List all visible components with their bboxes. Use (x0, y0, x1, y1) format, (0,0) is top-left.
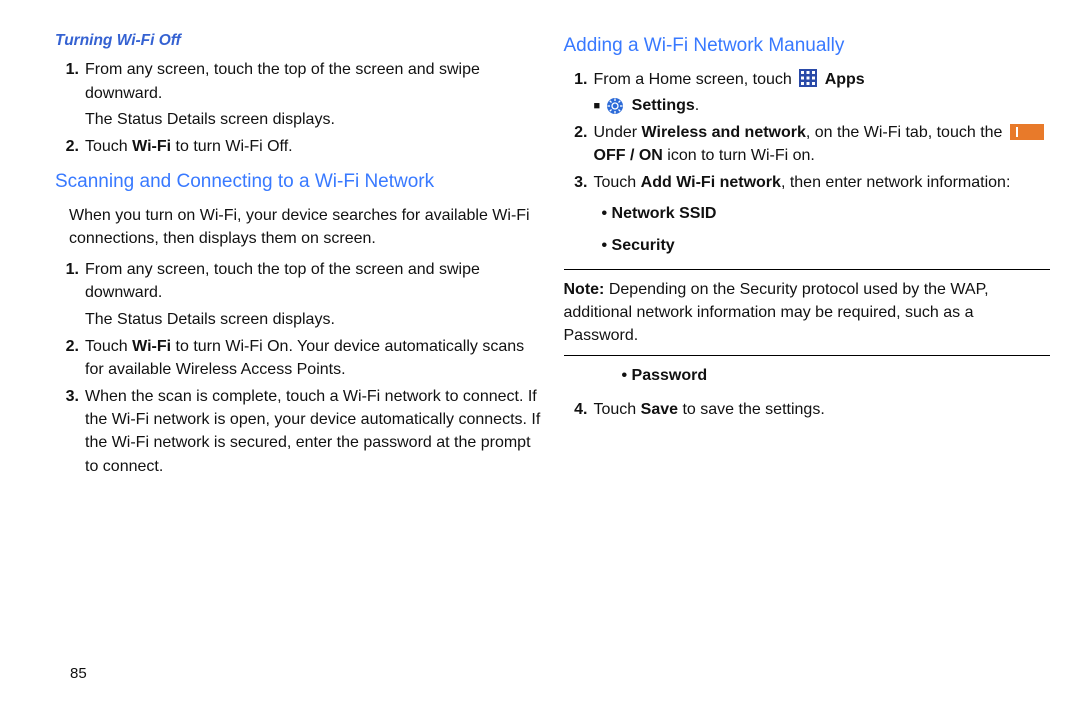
list-item: 3. When the scan is complete, touch a Wi… (55, 385, 542, 478)
text: icon to turn Wi-Fi on. (663, 147, 815, 164)
bullet-ssid: Network SSID (602, 202, 1051, 225)
heading-scanning: Scanning and Connecting to a Wi-Fi Netwo… (55, 168, 542, 196)
list-number: 2. (55, 135, 79, 158)
list-number: 1. (55, 58, 79, 131)
onoff-toggle-icon (1010, 124, 1044, 140)
divider (564, 269, 1051, 270)
list-number: 3. (55, 385, 79, 478)
list-item: 1. From any screen, touch the top of the… (55, 58, 542, 131)
list-item: 4. Touch Save to save the settings. (564, 398, 1051, 421)
text: Touch (594, 401, 641, 418)
text: The Status Details screen displays. (85, 308, 542, 331)
divider (564, 355, 1051, 356)
list-item: 1. From a Home screen, touch Apps Settin… (564, 68, 1051, 117)
note-text: Depending on the Security protocol used … (564, 281, 989, 344)
note-label: Note: (564, 281, 605, 298)
text: From any screen, touch the top of the sc… (85, 261, 480, 301)
heading-adding-manually: Adding a Wi-Fi Network Manually (564, 32, 1051, 60)
list-number: 1. (55, 258, 79, 331)
intro-text: When you turn on Wi-Fi, your device sear… (69, 204, 542, 250)
text-bold: Apps (825, 71, 865, 88)
text: Touch (85, 138, 132, 155)
list-number: 1. (564, 68, 588, 117)
list-number: 4. (564, 398, 588, 421)
list-item: 2. Touch Wi-Fi to turn Wi-Fi Off. (55, 135, 542, 158)
heading-turning-wifi-off: Turning Wi-Fi Off (55, 30, 542, 52)
page-number: 85 (70, 665, 87, 682)
list-item: 3. Touch Add Wi-Fi network, then enter n… (564, 171, 1051, 261)
bullet-security: Security (602, 234, 1051, 257)
text-bold: Wi-Fi (132, 338, 171, 355)
text: Touch (85, 338, 132, 355)
list-item: 2. Under Wireless and network, on the Wi… (564, 121, 1051, 167)
text-bold: Wireless and network (642, 124, 806, 141)
text-bold: Wi-Fi (132, 138, 171, 155)
list-adding-cont: 4. Touch Save to save the settings. (564, 398, 1051, 421)
list-item: 1. From any screen, touch the top of the… (55, 258, 542, 331)
list-item: 2. Touch Wi-Fi to turn Wi-Fi On. Your de… (55, 335, 542, 381)
text: to save the settings. (678, 401, 825, 418)
text: Under (594, 124, 642, 141)
text: to turn Wi-Fi Off. (171, 138, 293, 155)
apps-grid-icon (799, 69, 817, 87)
list-scanning: 1. From any screen, touch the top of the… (55, 258, 542, 478)
text: From a Home screen, touch (594, 71, 797, 88)
text-bold: OFF / ON (594, 147, 663, 164)
text-bold: Settings (632, 97, 695, 114)
text-bold: Add Wi-Fi network (641, 174, 781, 191)
text-bold: Save (641, 401, 678, 418)
list-turning-off: 1. From any screen, touch the top of the… (55, 58, 542, 158)
text: , on the Wi-Fi tab, touch the (806, 124, 1007, 141)
list-body: From a Home screen, touch Apps Settings. (594, 68, 1051, 117)
list-body: When the scan is complete, touch a Wi-Fi… (85, 385, 542, 478)
list-body: Touch Save to save the settings. (594, 398, 1051, 421)
text: Touch (594, 174, 641, 191)
list-body: Touch Wi-Fi to turn Wi-Fi On. Your devic… (85, 335, 542, 381)
bullet-password: Password (622, 364, 1051, 387)
right-column: Adding a Wi-Fi Network Manually 1. From … (564, 30, 1051, 482)
list-adding: 1. From a Home screen, touch Apps Settin… (564, 68, 1051, 261)
list-body: From any screen, touch the top of the sc… (85, 258, 542, 331)
settings-gear-icon (606, 97, 624, 115)
note-block: Note: Depending on the Security protocol… (564, 278, 1051, 348)
text: When the scan is complete, touch a Wi-Fi… (85, 388, 540, 475)
list-number: 3. (564, 171, 588, 261)
list-number: 2. (564, 121, 588, 167)
list-number: 2. (55, 335, 79, 381)
list-body: Under Wireless and network, on the Wi-Fi… (594, 121, 1051, 167)
list-body: From any screen, touch the top of the sc… (85, 58, 542, 131)
text: , then enter network information: (781, 174, 1010, 191)
text: The Status Details screen displays. (85, 108, 542, 131)
sub-settings: Settings. (594, 94, 1051, 117)
list-body: Touch Add Wi-Fi network, then enter netw… (594, 171, 1051, 261)
left-column: Turning Wi-Fi Off 1. From any screen, to… (55, 30, 542, 482)
text: From any screen, touch the top of the sc… (85, 61, 480, 101)
list-body: Touch Wi-Fi to turn Wi-Fi Off. (85, 135, 542, 158)
